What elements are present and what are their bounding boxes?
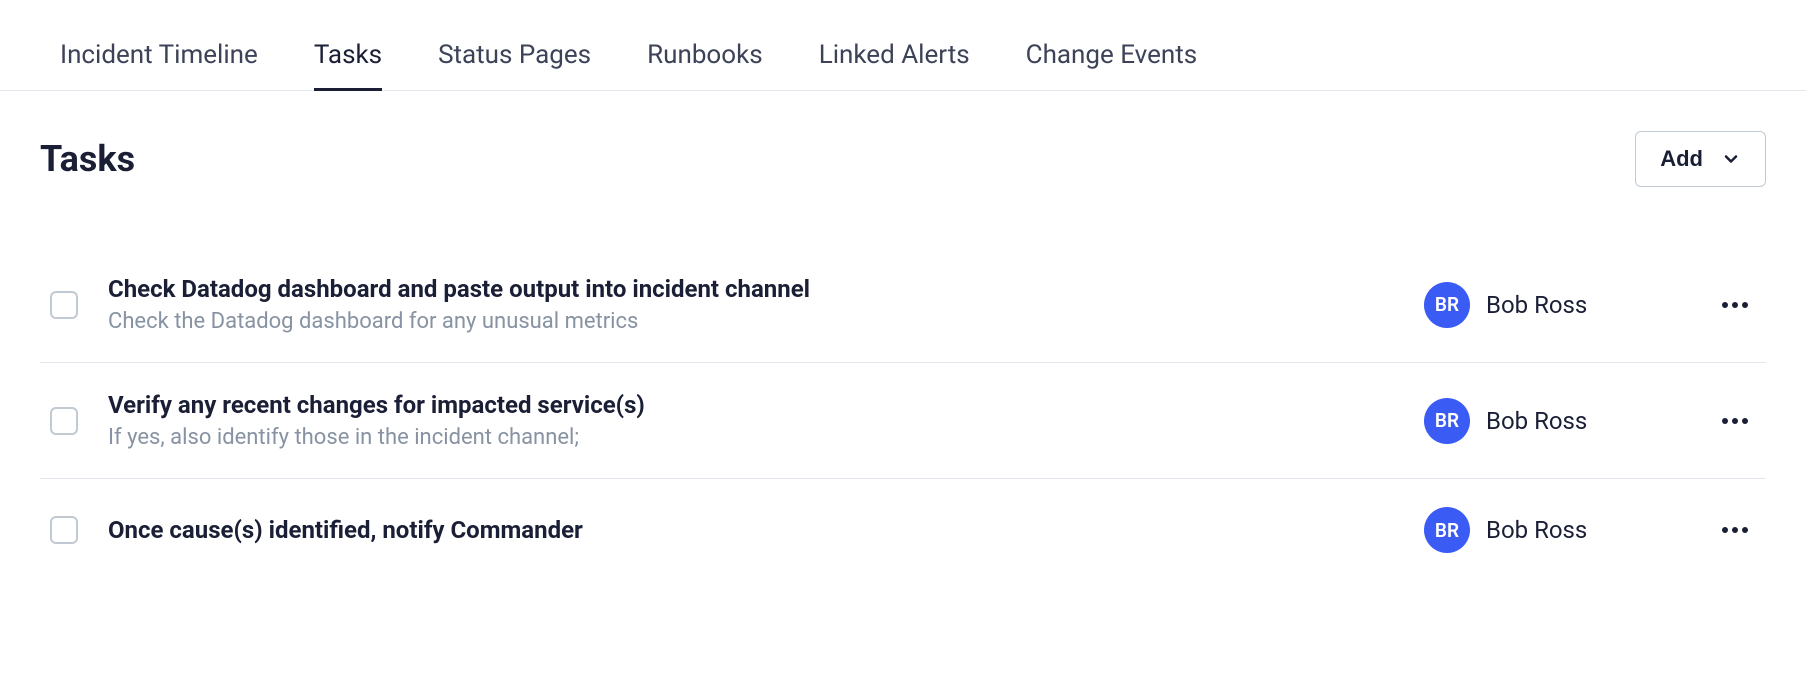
chevron-down-icon	[1721, 149, 1741, 169]
task-content: Check Datadog dashboard and paste output…	[108, 275, 1394, 334]
avatar: BR	[1424, 282, 1470, 328]
task-description: If yes, also identify those in the incid…	[108, 425, 1394, 450]
page-title: Tasks	[40, 138, 135, 180]
task-content: Verify any recent changes for impacted s…	[108, 391, 1394, 450]
tab-tasks[interactable]: Tasks	[314, 40, 382, 90]
task-checkbox[interactable]	[50, 516, 78, 544]
task-assignee[interactable]: BR Bob Ross	[1424, 282, 1684, 328]
more-menu-button[interactable]	[1714, 294, 1756, 316]
more-menu-button[interactable]	[1714, 519, 1756, 541]
task-row: Verify any recent changes for impacted s…	[40, 363, 1766, 479]
tab-status-pages[interactable]: Status Pages	[438, 40, 591, 90]
ellipsis-icon	[1722, 418, 1748, 424]
tabs-container: Incident Timeline Tasks Status Pages Run…	[0, 0, 1806, 91]
section-header: Tasks Add	[0, 91, 1806, 187]
tab-runbooks[interactable]: Runbooks	[647, 40, 763, 90]
ellipsis-icon	[1722, 527, 1748, 533]
add-button-label: Add	[1660, 146, 1703, 172]
add-button[interactable]: Add	[1635, 131, 1766, 187]
avatar: BR	[1424, 507, 1470, 553]
task-title: Check Datadog dashboard and paste output…	[108, 275, 1394, 303]
task-row: Once cause(s) identified, notify Command…	[40, 479, 1766, 581]
assignee-name: Bob Ross	[1486, 407, 1587, 435]
task-title: Verify any recent changes for impacted s…	[108, 391, 1394, 419]
ellipsis-icon	[1722, 302, 1748, 308]
avatar: BR	[1424, 398, 1470, 444]
more-menu-button[interactable]	[1714, 410, 1756, 432]
assignee-name: Bob Ross	[1486, 291, 1587, 319]
task-assignee[interactable]: BR Bob Ross	[1424, 507, 1684, 553]
tab-change-events[interactable]: Change Events	[1026, 40, 1198, 90]
task-description: Check the Datadog dashboard for any unus…	[108, 309, 1394, 334]
task-row: Check Datadog dashboard and paste output…	[40, 247, 1766, 363]
task-title: Once cause(s) identified, notify Command…	[108, 516, 1394, 544]
task-content: Once cause(s) identified, notify Command…	[108, 516, 1394, 544]
task-checkbox[interactable]	[50, 291, 78, 319]
tab-incident-timeline[interactable]: Incident Timeline	[60, 40, 258, 90]
tab-linked-alerts[interactable]: Linked Alerts	[819, 40, 970, 90]
task-checkbox[interactable]	[50, 407, 78, 435]
tasks-list: Check Datadog dashboard and paste output…	[0, 187, 1806, 581]
task-assignee[interactable]: BR Bob Ross	[1424, 398, 1684, 444]
assignee-name: Bob Ross	[1486, 516, 1587, 544]
